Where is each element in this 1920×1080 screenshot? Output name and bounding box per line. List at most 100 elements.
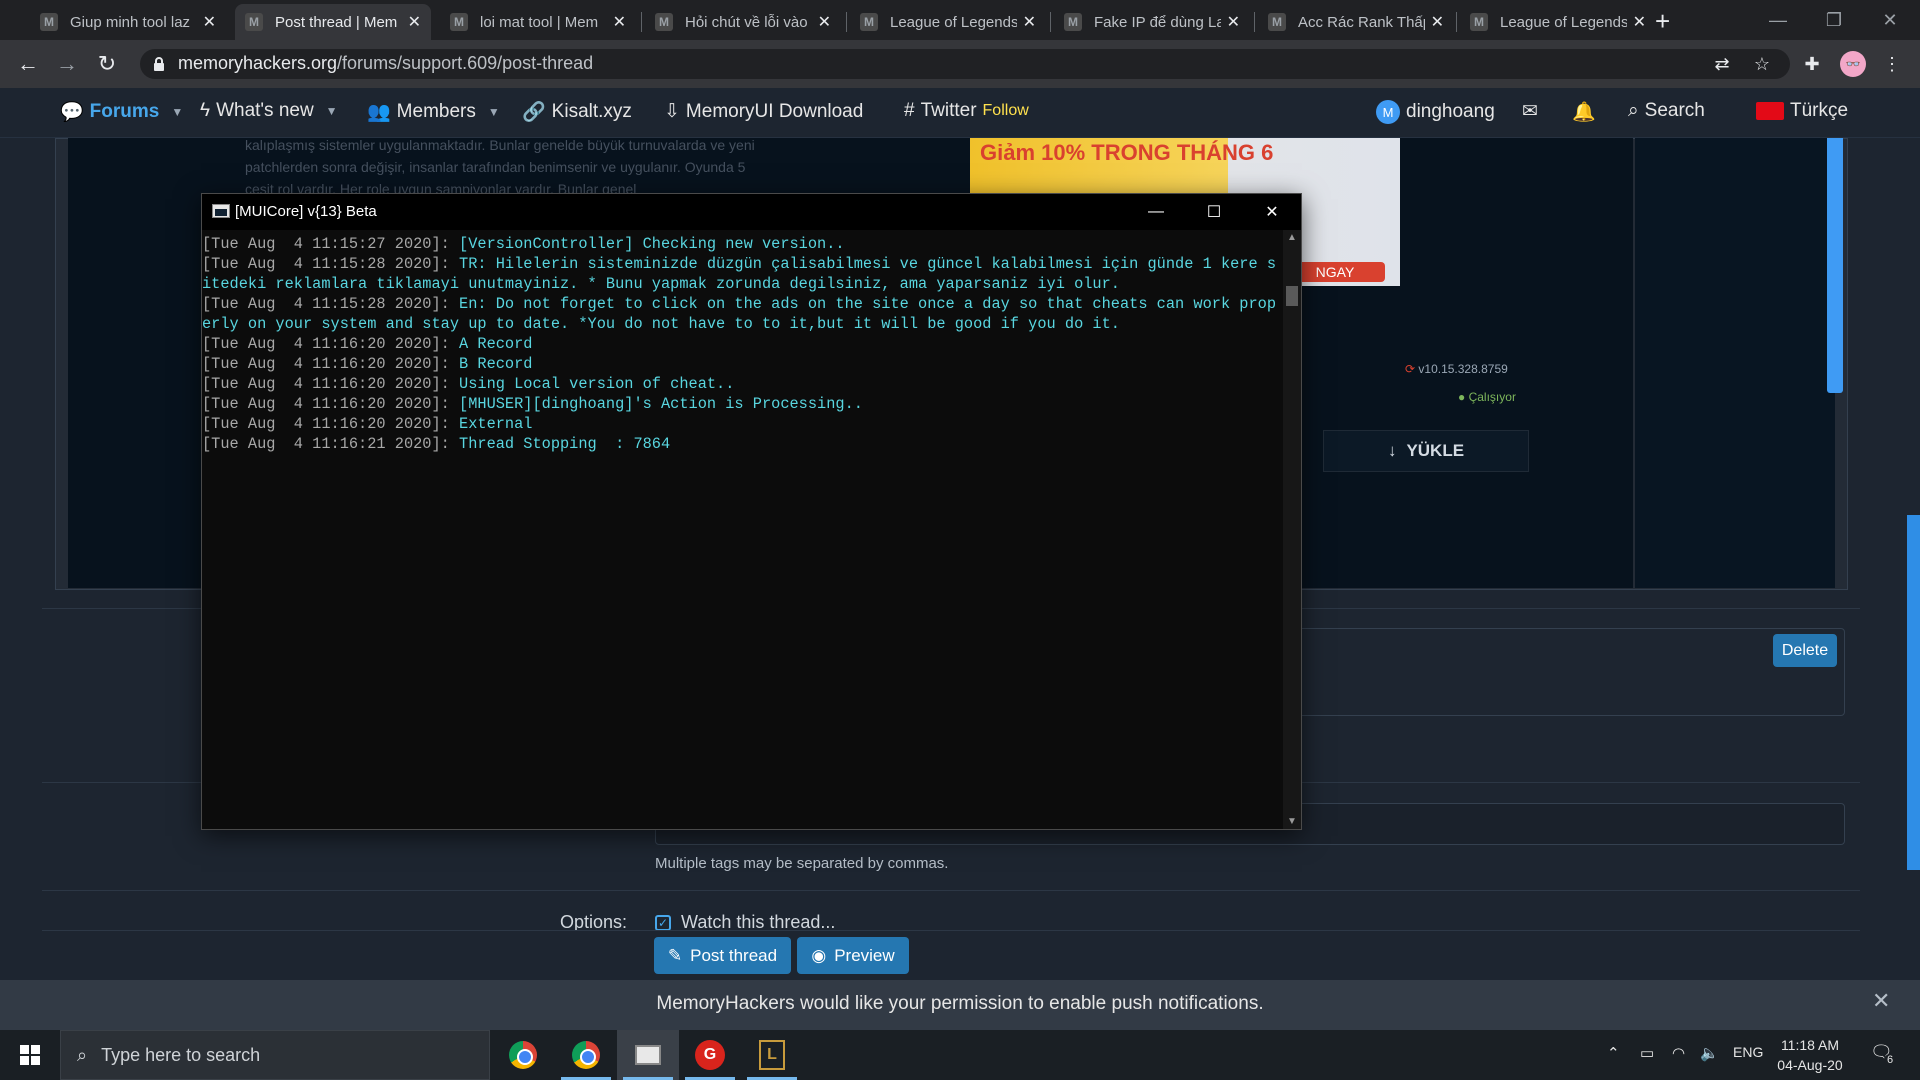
chevron-down-icon[interactable]: ▼: [171, 105, 183, 119]
browser-tab[interactable]: M Post thread | Mem ✕: [235, 4, 431, 40]
preview-label: Preview: [834, 945, 895, 965]
nav-whats-new-label: What's new: [216, 100, 314, 121]
tab-close-icon[interactable]: ✕: [1227, 12, 1240, 32]
scroll-down-icon[interactable]: ▼: [1286, 816, 1298, 827]
bell-icon[interactable]: 🔔: [1572, 100, 1596, 124]
editor-scrollbar[interactable]: [1827, 138, 1843, 393]
version-text: v10.15.328.8759: [1418, 362, 1508, 376]
checkbox-checked-icon[interactable]: ✓: [655, 914, 671, 931]
chevron-up-icon[interactable]: ⌃: [1607, 1044, 1620, 1062]
tab-close-icon[interactable]: ✕: [1431, 12, 1444, 32]
search-icon: ⌕: [1628, 100, 1639, 121]
notification-center-icon[interactable]: 🗨 6: [1870, 1042, 1900, 1068]
browser-tab[interactable]: M Acc Rác Rank Thấp ✕: [1258, 4, 1454, 40]
browser-tab[interactable]: M Fake IP để dùng La ✕: [1054, 4, 1250, 40]
minimize-icon[interactable]: —: [1750, 0, 1806, 40]
wifi-icon[interactable]: ◠: [1672, 1044, 1685, 1062]
nav-memoryui-download[interactable]: ⇩ MemoryUI Download: [664, 100, 863, 123]
tab-close-icon[interactable]: ✕: [818, 12, 831, 32]
close-icon[interactable]: ✕: [1872, 988, 1890, 1014]
volume-icon[interactable]: 🔈: [1700, 1044, 1719, 1062]
taskbar-search[interactable]: ⌕ Type here to search: [60, 1030, 490, 1080]
console-window[interactable]: [MUICore] v{13} Beta — ☐ ✕ [Tue Aug 4 11…: [201, 193, 1302, 830]
minimize-icon[interactable]: —: [1127, 194, 1185, 230]
browser-tab[interactable]: M Giup minh tool laz ✕: [30, 4, 226, 40]
browser-tab[interactable]: Mloi mat tool | Mem ✕: [440, 4, 636, 40]
close-icon[interactable]: ✕: [1243, 194, 1301, 230]
maximize-icon[interactable]: ☐: [1185, 194, 1243, 230]
extensions-icon[interactable]: ✚: [1800, 52, 1824, 76]
preview-button[interactable]: ◉ Preview: [797, 937, 909, 974]
profile-avatar[interactable]: 👓: [1840, 51, 1866, 77]
garena-icon: G: [695, 1040, 725, 1070]
input-language[interactable]: ENG: [1733, 1044, 1763, 1060]
console-line: [Tue Aug 4 11:16:20 2020]: B Record: [202, 354, 1284, 374]
console-line: [Tue Aug 4 11:16:21 2020]: Thread Stoppi…: [202, 434, 1284, 454]
tab-close-icon[interactable]: ✕: [1633, 12, 1646, 32]
form-divider: [42, 890, 1860, 891]
nav-kisalt[interactable]: 🔗 Kisalt.xyz: [522, 100, 632, 124]
tab-close-icon[interactable]: ✕: [203, 12, 216, 32]
battery-icon[interactable]: ▭: [1640, 1044, 1654, 1062]
nav-search-label: Search: [1644, 100, 1705, 121]
console-titlebar[interactable]: [MUICore] v{13} Beta — ☐ ✕: [202, 194, 1301, 230]
nav-twitter[interactable]: # Twitter Follow: [904, 100, 1029, 122]
load-button[interactable]: ↓ YÜKLE: [1323, 430, 1529, 472]
browser-tab[interactable]: M League of Legends ✕: [850, 4, 1046, 40]
console-scrollbar[interactable]: ▲ ▼: [1283, 230, 1301, 829]
nav-language[interactable]: Türkçe: [1756, 100, 1848, 122]
league-icon: L: [759, 1040, 785, 1070]
nav-forums[interactable]: 💬 Forums ▼: [60, 100, 183, 124]
console-output[interactable]: [Tue Aug 4 11:15:27 2020]: [VersionContr…: [202, 230, 1284, 829]
url-text: memoryhackers.org/forums/support.609/pos…: [178, 53, 593, 74]
new-tab-button[interactable]: +: [1655, 6, 1670, 37]
chevron-down-icon[interactable]: ▼: [488, 105, 500, 119]
loader-status: ● Çalışıyor: [1458, 390, 1516, 404]
nav-search[interactable]: ⌕ Search: [1628, 100, 1705, 122]
console-timestamp: [Tue Aug 4 11:16:20 2020]:: [202, 395, 460, 413]
load-button-label: YÜKLE: [1406, 441, 1465, 460]
browser-tab[interactable]: M League of Legends ✕: [1460, 4, 1656, 40]
start-button[interactable]: [0, 1030, 60, 1080]
search-icon: ⌕: [77, 1044, 88, 1065]
restore-icon[interactable]: ❐: [1806, 0, 1862, 40]
clock-date: 04-Aug-20: [1777, 1057, 1843, 1073]
taskbar-league[interactable]: L: [741, 1030, 803, 1080]
system-clock[interactable]: 11:18 AM 04-Aug-20: [1760, 1035, 1860, 1075]
back-icon[interactable]: ←: [14, 50, 42, 78]
translate-icon[interactable]: ⇄: [1710, 52, 1734, 76]
menu-dots-icon[interactable]: ⋮: [1880, 52, 1904, 76]
nav-language-label: Türkçe: [1790, 100, 1849, 121]
taskbar-chrome-profile[interactable]: [555, 1030, 617, 1080]
delete-button[interactable]: Delete: [1773, 634, 1837, 667]
browser-tab[interactable]: M Hỏi chút về lỗi vào ✕: [645, 4, 841, 40]
inbox-icon[interactable]: ✉: [1522, 100, 1538, 123]
loader-side-panel: [1635, 138, 1835, 588]
nav-members[interactable]: 👥 Members ▼: [367, 100, 500, 124]
forward-icon[interactable]: →: [53, 50, 81, 78]
taskbar-console[interactable]: [617, 1030, 679, 1080]
close-window-icon[interactable]: ✕: [1862, 0, 1918, 40]
eye-icon: ◉: [811, 945, 827, 965]
console-timestamp: [Tue Aug 4 11:16:21 2020]:: [202, 435, 460, 453]
hashtag-icon: #: [904, 100, 915, 121]
console-message: [VersionController] Checking new version…: [459, 235, 845, 253]
page-scrollbar-thumb[interactable]: [1907, 515, 1920, 870]
tab-title: Post thread | Mem: [275, 13, 398, 31]
nav-memoryui-label: MemoryUI Download: [685, 100, 864, 122]
arrow-down-icon: ↓: [1387, 441, 1397, 460]
nav-user[interactable]: Mdinghoang: [1376, 100, 1495, 124]
reload-icon[interactable]: ↻: [93, 50, 121, 78]
taskbar-chrome[interactable]: [492, 1030, 554, 1080]
taskbar-garena[interactable]: G: [679, 1030, 741, 1080]
tab-close-icon[interactable]: ✕: [613, 12, 626, 32]
scroll-up-icon[interactable]: ▲: [1286, 232, 1298, 243]
nav-whats-new[interactable]: ϟ What's new ▼: [200, 100, 338, 122]
tab-close-icon[interactable]: ✕: [408, 12, 421, 32]
console-app-icon: [212, 204, 230, 218]
tab-close-icon[interactable]: ✕: [1023, 12, 1036, 32]
bookmark-star-icon[interactable]: ☆: [1750, 52, 1774, 76]
chevron-down-icon[interactable]: ▼: [326, 104, 338, 118]
post-thread-button[interactable]: ✎ Post thread: [654, 937, 791, 974]
console-scroll-thumb[interactable]: [1286, 286, 1298, 306]
